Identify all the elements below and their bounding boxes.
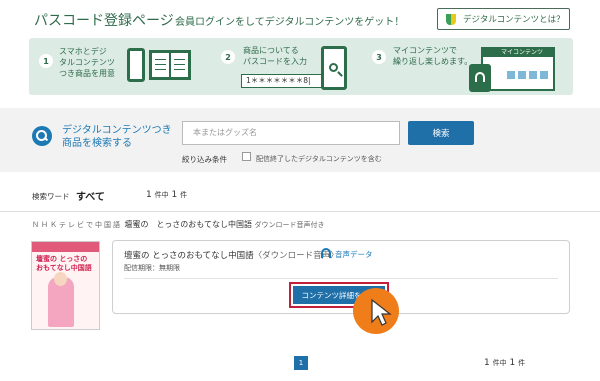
beginner-leaf-icon bbox=[446, 13, 456, 25]
keyword-value: すべて bbox=[76, 192, 105, 203]
search-button[interactable]: 検索 bbox=[408, 121, 474, 145]
book-icon bbox=[149, 50, 191, 80]
headphones-icon bbox=[321, 248, 331, 258]
my-contents-label: マイコンテンツ bbox=[483, 49, 553, 57]
page-subtitle: 会員ログインをしてデジタルコンテンツをゲット！ bbox=[175, 17, 405, 28]
page-title: パスコード登録ページ bbox=[34, 13, 174, 29]
content-tile-icon bbox=[529, 71, 537, 79]
product-publisher: ＮＨＫテレビで中国語 bbox=[32, 221, 122, 229]
result-count-top: 1 件中 1 件 bbox=[146, 190, 188, 200]
product-cover-image[interactable]: 壇蜜の とっさの おもてなし中国語 bbox=[31, 241, 100, 330]
content-title: 壇蜜の とっさのおもてなし中国語〈ダウンロード音声〉 bbox=[124, 251, 339, 261]
smartphone-icon bbox=[127, 48, 145, 82]
mouse-pointer-icon bbox=[371, 298, 392, 326]
steps-banner: 1 スマホとデジ タルコンテンツ つき商品を用意 2 商品についてる パスコード… bbox=[29, 38, 573, 95]
step-2-number: 2 bbox=[221, 50, 235, 64]
step-3-number: 3 bbox=[372, 50, 386, 64]
what-is-digital-content-label: デジタルコンテンツとは？ bbox=[463, 15, 565, 25]
delivery-term: 配信期限：無期限 bbox=[124, 264, 180, 272]
content-tile-icon bbox=[507, 71, 515, 79]
step-1-text: スマホとデジ タルコンテンツ つき商品を用意 bbox=[59, 47, 115, 78]
include-ended-label[interactable]: 配信終了したデジタルコンテンツを含む bbox=[256, 154, 382, 164]
search-section-label: デジタルコンテンツつき 商品を検索する bbox=[62, 125, 172, 149]
product-title-suffix: ダウンロード音声付き bbox=[254, 221, 325, 229]
card-divider bbox=[124, 278, 558, 279]
search-icon bbox=[32, 126, 52, 146]
product-heading: ＮＨＫテレビで中国語 壇蜜の とっさのおもてなし中国語 ダウンロード音声付き bbox=[32, 219, 325, 230]
product-title[interactable]: 壇蜜の とっさのおもてなし中国語 bbox=[125, 220, 252, 229]
what-is-digital-content-button[interactable]: デジタルコンテンツとは？ bbox=[437, 8, 570, 30]
search-input[interactable]: 本またはグッズ名 bbox=[182, 121, 400, 145]
keyword-label: 検索ワード bbox=[32, 192, 70, 201]
my-contents-monitor-icon: マイコンテンツ bbox=[481, 47, 555, 91]
audio-data-label: 音声データ bbox=[335, 250, 373, 259]
filter-label: 絞り込み条件 bbox=[182, 155, 227, 164]
content-tile-icon bbox=[540, 71, 548, 79]
step-2-text: 商品についてる パスコードを入力 bbox=[243, 46, 307, 66]
smartphone-search-icon bbox=[321, 46, 347, 90]
page-1-button[interactable]: 1 bbox=[294, 356, 308, 370]
passcode-sample: 1＊＊＊＊＊＊＊8| bbox=[241, 74, 331, 88]
page-header: パスコード登録ページ 会員ログインをしてデジタルコンテンツをゲット！ デジタルコ… bbox=[0, 0, 600, 40]
headphones-phone-icon bbox=[469, 64, 491, 92]
step-3-text: マイコンテンツで 繰り返し楽しめます。 bbox=[393, 46, 473, 66]
result-count-bottom: 1 件中 1 件 bbox=[484, 358, 526, 368]
include-ended-checkbox[interactable] bbox=[242, 152, 251, 161]
cover-title: 壇蜜の とっさの おもてなし中国語 bbox=[36, 255, 92, 272]
step-1-number: 1 bbox=[39, 54, 53, 68]
content-tile-icon bbox=[518, 71, 526, 79]
